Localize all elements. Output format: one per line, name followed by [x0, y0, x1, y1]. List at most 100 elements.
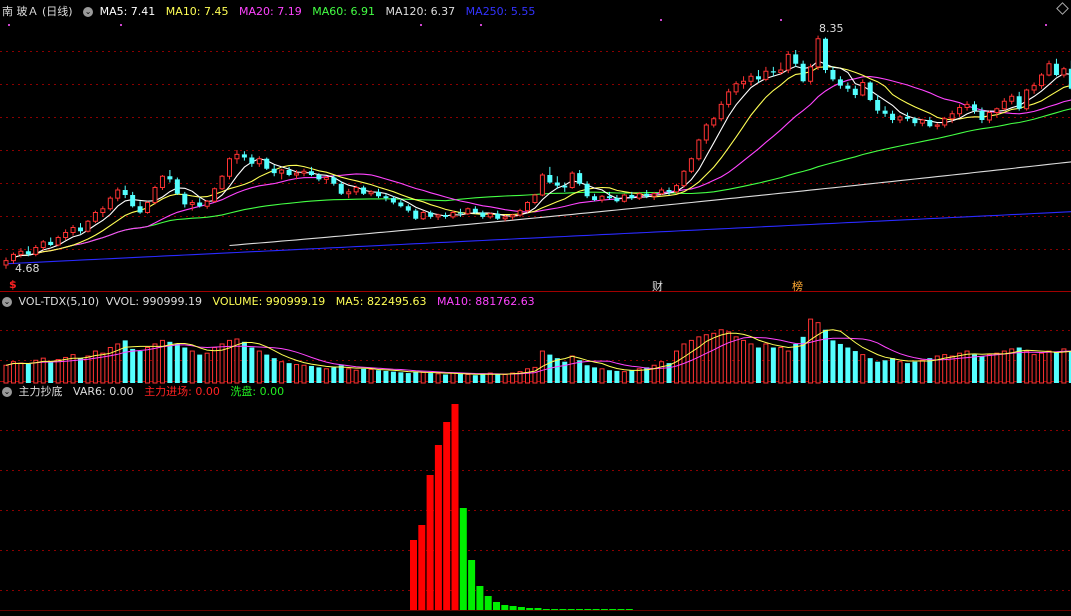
candle-body: [696, 139, 702, 160]
volume-bar: [502, 373, 508, 384]
volume-bar: [755, 347, 761, 383]
candle-body: [353, 187, 359, 193]
indicator-bar: [468, 560, 476, 610]
candle-body: [644, 193, 650, 197]
marker-dot: [1045, 24, 1047, 26]
volume-bar: [584, 365, 590, 383]
candle-body: [286, 170, 292, 175]
volume-bar: [361, 368, 367, 383]
candle-body: [755, 76, 761, 80]
event-marker-rank[interactable]: 榜: [792, 278, 803, 294]
candle-body: [338, 183, 344, 194]
volume-bar: [875, 361, 881, 383]
volume-bar: [279, 361, 285, 384]
settings-circle-icon[interactable]: ⌄: [2, 297, 12, 307]
settings-circle-icon[interactable]: ⌄: [2, 387, 12, 397]
marker-dot: [780, 19, 782, 21]
candle-body: [510, 214, 516, 218]
volume-bar: [778, 347, 784, 384]
candle-body: [413, 210, 419, 219]
candle-body: [919, 119, 925, 124]
indicator-bar: [559, 609, 567, 610]
volume-bar: [793, 343, 799, 383]
marker-dot: [480, 24, 482, 26]
candle-body: [495, 213, 501, 219]
candle-body: [852, 88, 858, 95]
volume-bar: [376, 370, 381, 383]
indicator-panel-header: ⌄ 主力抄底 VAR6: 0.00 主力进场: 0.00 洗盘: 0.00: [2, 384, 291, 400]
volume-bar: [972, 354, 977, 383]
candle-body: [763, 70, 769, 80]
volume-bar: [316, 367, 322, 383]
event-marker-dollar[interactable]: $: [9, 278, 17, 291]
volume-bar: [986, 354, 992, 384]
stock-name[interactable]: 南 玻Ａ (日线): [2, 5, 73, 18]
volume-bar: [241, 341, 247, 383]
indicator-name[interactable]: 主力抄底: [19, 385, 63, 398]
volume-bar: [606, 370, 612, 383]
volume-bar: [674, 350, 679, 384]
candle-body: [390, 198, 396, 203]
indicator-bar: [418, 525, 426, 610]
candle-body: [398, 202, 404, 207]
candle-body: [1039, 74, 1045, 87]
volume-bar: [1039, 352, 1045, 384]
ma5-line: [13, 60, 1071, 259]
volume-bar: [212, 347, 218, 384]
volume-bar: [78, 358, 83, 383]
main-entry-value: 主力进场: 0.00: [144, 385, 220, 398]
indicator-bar: [484, 596, 492, 610]
candle-body: [659, 189, 665, 195]
candle-body: [1024, 89, 1030, 110]
candle-body: [219, 175, 225, 190]
indicator-bar: [517, 607, 525, 610]
volume-bar: [510, 372, 516, 384]
candle-body: [808, 66, 814, 82]
ma20-line: [28, 76, 1071, 256]
candle-body: [800, 63, 806, 82]
volume-bar: [353, 369, 359, 384]
volume-bar: [18, 362, 24, 384]
candle-body: [212, 188, 218, 202]
volume-bar: [301, 364, 307, 384]
volume-bar: [1009, 348, 1015, 384]
candle-body: [264, 158, 270, 169]
candle-body: [562, 185, 568, 188]
volume-bar: [525, 368, 530, 384]
marker-dot: [420, 24, 422, 26]
volume-indicator-name[interactable]: VOL-TDX(5,10): [19, 295, 100, 308]
candle-body: [823, 38, 828, 70]
candle-body: [40, 241, 46, 248]
candle-body: [785, 53, 791, 71]
candle-body: [733, 83, 739, 93]
vol-ma5-value: MA5: 822495.63: [335, 295, 427, 308]
ma250-value: MA250: 5.55: [465, 5, 536, 18]
volume-bar: [823, 329, 828, 383]
candle-body: [502, 216, 508, 220]
candle-body: [443, 215, 449, 217]
volume-bar: [137, 351, 143, 383]
volume-bar: [852, 351, 858, 383]
volume-bar: [748, 343, 754, 384]
marker-dot: [8, 24, 10, 26]
volume-bar: [323, 368, 329, 384]
indicator-bar: [600, 609, 608, 610]
volume-panel-header: ⌄ VOL-TDX(5,10) VVOL: 990999.19 VOLUME: …: [2, 294, 542, 310]
volume-bar: [808, 318, 814, 384]
volume-bar: [733, 336, 739, 384]
volume-bar: [837, 343, 843, 383]
marker-dot: [120, 24, 122, 26]
settings-circle-icon[interactable]: ⌄: [83, 7, 94, 17]
candle-body: [383, 196, 389, 199]
volume-bar: [890, 358, 896, 383]
volume-bar: [197, 354, 203, 383]
candle-body: [845, 85, 851, 89]
candle-body: [115, 189, 121, 199]
volume-bar: [130, 348, 136, 383]
volume-bar: [979, 356, 985, 383]
volume-bar: [577, 360, 583, 383]
event-marker-finance[interactable]: 财: [652, 278, 663, 294]
candle-body: [174, 179, 180, 194]
volume-bar: [867, 358, 873, 383]
candle-body: [48, 241, 54, 245]
